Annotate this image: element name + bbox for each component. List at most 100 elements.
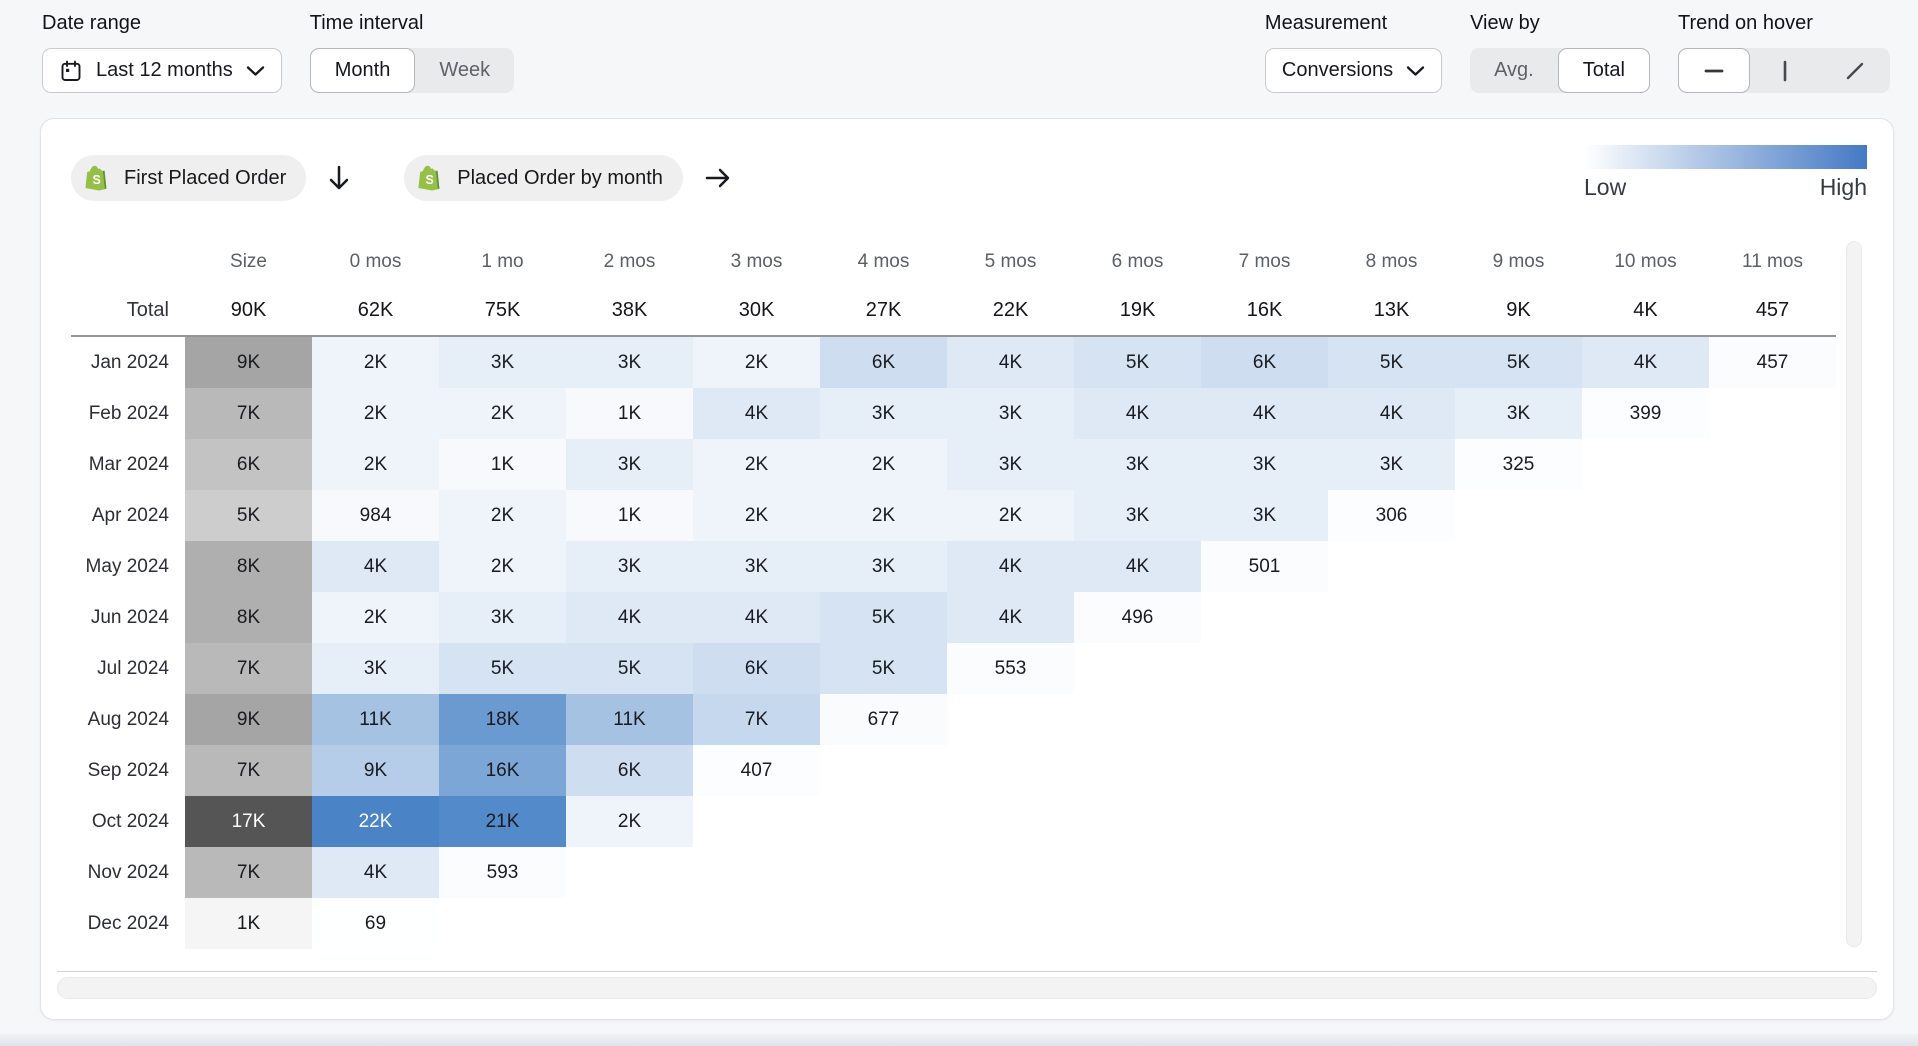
start-event-pill[interactable]: S First Placed Order — [71, 155, 306, 201]
heatmap-cell[interactable]: 6K — [566, 745, 693, 796]
heatmap-cell[interactable]: 6K — [1201, 337, 1328, 388]
cohort-size-cell[interactable]: 5K — [185, 490, 312, 541]
heatmap-cell[interactable]: 2K — [566, 796, 693, 847]
heatmap-cell[interactable]: 1K — [439, 439, 566, 490]
heatmap-cell[interactable]: 3K — [693, 541, 820, 592]
heatmap-cell[interactable]: 3K — [947, 439, 1074, 490]
heatmap-cell[interactable]: 3K — [820, 541, 947, 592]
heatmap-cell[interactable]: 3K — [1455, 388, 1582, 439]
heatmap-cell[interactable]: 496 — [1074, 592, 1201, 643]
heatmap-cell[interactable]: 553 — [947, 643, 1074, 694]
heatmap-cell[interactable]: 984 — [312, 490, 439, 541]
cohort-size-cell[interactable]: 7K — [185, 388, 312, 439]
heatmap-cell[interactable]: 4K — [1074, 388, 1201, 439]
heatmap-cell[interactable]: 4K — [693, 592, 820, 643]
heatmap-cell[interactable]: 3K — [1074, 490, 1201, 541]
heatmap-cell[interactable]: 3K — [566, 337, 693, 388]
heatmap-cell[interactable]: 2K — [693, 490, 820, 541]
heatmap-cell[interactable]: 2K — [439, 541, 566, 592]
heatmap-cell[interactable]: 3K — [947, 388, 1074, 439]
heatmap-cell[interactable]: 3K — [1201, 490, 1328, 541]
week-toggle-button[interactable]: Week — [415, 48, 514, 93]
heatmap-cell[interactable]: 3K — [439, 337, 566, 388]
heatmap-cell[interactable]: 7K — [693, 694, 820, 745]
total-toggle-button[interactable]: Total — [1558, 48, 1650, 93]
heatmap-cell[interactable]: 325 — [1455, 439, 1582, 490]
trend-diagonal-line-button[interactable] — [1820, 48, 1890, 93]
heatmap-cell[interactable]: 18K — [439, 694, 566, 745]
heatmap-cell[interactable]: 6K — [693, 643, 820, 694]
heatmap-cell[interactable]: 677 — [820, 694, 947, 745]
heatmap-cell[interactable]: 3K — [566, 541, 693, 592]
heatmap-cell[interactable]: 4K — [947, 337, 1074, 388]
heatmap-cell[interactable]: 501 — [1201, 541, 1328, 592]
heatmap-cell[interactable]: 2K — [312, 388, 439, 439]
heatmap-cell[interactable]: 4K — [566, 592, 693, 643]
heatmap-cell[interactable]: 2K — [312, 439, 439, 490]
heatmap-cell[interactable]: 2K — [947, 490, 1074, 541]
heatmap-cell[interactable]: 22K — [312, 796, 439, 847]
heatmap-cell[interactable]: 4K — [312, 847, 439, 898]
heatmap-cell[interactable]: 593 — [439, 847, 566, 898]
heatmap-cell[interactable]: 3K — [566, 439, 693, 490]
cohort-size-cell[interactable]: 7K — [185, 745, 312, 796]
heatmap-cell[interactable]: 3K — [820, 388, 947, 439]
heatmap-cell[interactable]: 2K — [439, 490, 566, 541]
heatmap-cell[interactable]: 4K — [1328, 388, 1455, 439]
heatmap-cell[interactable]: 2K — [820, 490, 947, 541]
heatmap-cell[interactable]: 5K — [1328, 337, 1455, 388]
cohort-size-cell[interactable]: 17K — [185, 796, 312, 847]
vertical-scrollbar[interactable] — [1846, 241, 1862, 947]
heatmap-cell[interactable]: 21K — [439, 796, 566, 847]
avg-toggle-button[interactable]: Avg. — [1470, 48, 1558, 93]
cohort-size-cell[interactable]: 7K — [185, 643, 312, 694]
heatmap-cell[interactable]: 3K — [1201, 439, 1328, 490]
heatmap-cell[interactable]: 4K — [1582, 337, 1709, 388]
heatmap-cell[interactable]: 5K — [820, 643, 947, 694]
heatmap-cell[interactable]: 5K — [566, 643, 693, 694]
date-range-dropdown[interactable]: Last 12 months — [42, 48, 282, 93]
heatmap-cell[interactable]: 306 — [1328, 490, 1455, 541]
heatmap-cell[interactable]: 5K — [820, 592, 947, 643]
heatmap-cell[interactable]: 9K — [312, 745, 439, 796]
cohort-size-cell[interactable]: 8K — [185, 541, 312, 592]
heatmap-cell[interactable]: 4K — [947, 541, 1074, 592]
heatmap-cell[interactable]: 5K — [439, 643, 566, 694]
cohort-size-cell[interactable]: 7K — [185, 847, 312, 898]
heatmap-cell[interactable]: 4K — [947, 592, 1074, 643]
heatmap-cell[interactable]: 11K — [566, 694, 693, 745]
heatmap-cell[interactable]: 457 — [1709, 337, 1836, 388]
heatmap-cell[interactable]: 69 — [312, 898, 439, 949]
cohort-size-cell[interactable]: 1K — [185, 898, 312, 949]
return-event-pill[interactable]: S Placed Order by month — [404, 155, 683, 201]
heatmap-cell[interactable]: 11K — [312, 694, 439, 745]
trend-horizontal-line-button[interactable] — [1678, 48, 1750, 93]
cohort-size-cell[interactable]: 9K — [185, 694, 312, 745]
heatmap-cell[interactable]: 5K — [1455, 337, 1582, 388]
heatmap-cell[interactable]: 4K — [693, 388, 820, 439]
heatmap-cell[interactable]: 4K — [1074, 541, 1201, 592]
heatmap-cell[interactable]: 3K — [1328, 439, 1455, 490]
heatmap-cell[interactable]: 2K — [693, 439, 820, 490]
heatmap-cell[interactable]: 3K — [439, 592, 566, 643]
heatmap-cell[interactable]: 2K — [439, 388, 566, 439]
heatmap-cell[interactable]: 1K — [566, 388, 693, 439]
heatmap-cell[interactable]: 3K — [1074, 439, 1201, 490]
heatmap-cell[interactable]: 2K — [693, 337, 820, 388]
cohort-size-cell[interactable]: 6K — [185, 439, 312, 490]
heatmap-cell[interactable]: 16K — [439, 745, 566, 796]
measurement-dropdown[interactable]: Conversions — [1265, 48, 1442, 93]
cohort-size-cell[interactable]: 8K — [185, 592, 312, 643]
heatmap-cell[interactable]: 4K — [312, 541, 439, 592]
heatmap-cell[interactable]: 399 — [1582, 388, 1709, 439]
heatmap-cell[interactable]: 6K — [820, 337, 947, 388]
heatmap-cell[interactable]: 4K — [1201, 388, 1328, 439]
heatmap-cell[interactable]: 2K — [312, 337, 439, 388]
heatmap-cell[interactable]: 2K — [312, 592, 439, 643]
heatmap-cell[interactable]: 3K — [312, 643, 439, 694]
heatmap-cell[interactable]: 407 — [693, 745, 820, 796]
heatmap-cell[interactable]: 5K — [1074, 337, 1201, 388]
heatmap-cell[interactable]: 1K — [566, 490, 693, 541]
cohort-size-cell[interactable]: 9K — [185, 337, 312, 388]
trend-vertical-line-button[interactable] — [1750, 48, 1820, 93]
